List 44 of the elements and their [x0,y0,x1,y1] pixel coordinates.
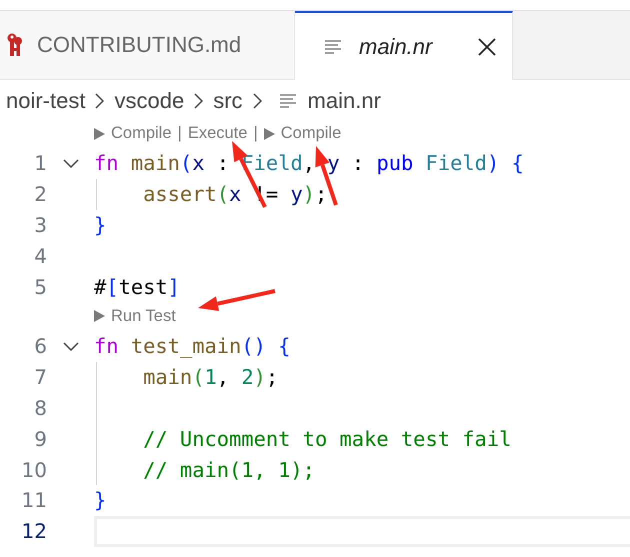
code-line: // Uncomment to make test fail [143,426,512,451]
editor-tab[interactable]: CONTRIBUTING.md [0,11,295,79]
annotation-arrow [315,146,338,206]
line-number: 2 [33,182,47,206]
code-line: fn test_main() { [94,334,290,358]
breadcrumb-item[interactable]: src [213,88,243,114]
editor-tab[interactable]: main.nr [295,11,514,80]
line-number: 12 [20,519,47,544]
line-number: 9 [33,426,47,451]
chevron-right-icon [95,93,104,109]
keys-icon [7,32,23,58]
line-number: 5 [33,274,47,299]
breadcrumb-item[interactable]: vscode [114,88,184,114]
code-line: } [94,488,106,512]
code-line: } [94,212,106,237]
line-number: 6 [33,334,47,358]
play-icon [94,310,105,322]
file-icon [325,40,341,54]
separator: | [253,124,258,143]
play-icon [94,128,105,140]
code-line: main(1, 2); [143,365,278,390]
chevron-down-icon[interactable] [62,158,78,168]
play-icon [264,128,275,140]
close-icon[interactable] [478,38,496,56]
codelens-link[interactable]: Compile [94,124,172,143]
code-line: // main(1, 1); [143,458,315,482]
code-line: #[test] [94,274,180,299]
chevron-right-icon [252,93,262,109]
codelens-link[interactable]: Compile [264,124,342,143]
codelens-link[interactable]: Execute [188,124,248,143]
line-number: 1 [33,151,47,176]
line-number: 7 [33,365,47,390]
breadcrumb-item[interactable]: noir-test [6,88,86,114]
line-number: 4 [33,244,47,268]
line-number: 11 [20,488,47,512]
line-number: 8 [33,396,47,420]
line-number: 3 [33,212,47,237]
line-number: 10 [20,458,47,482]
chevron-down-icon[interactable] [62,342,78,351]
chevron-right-icon [194,93,204,109]
breadcrumb-item[interactable]: main.nr [280,88,381,114]
file-icon [280,94,296,108]
codelens-link[interactable]: Run Test [94,306,176,326]
separator: | [178,124,182,143]
